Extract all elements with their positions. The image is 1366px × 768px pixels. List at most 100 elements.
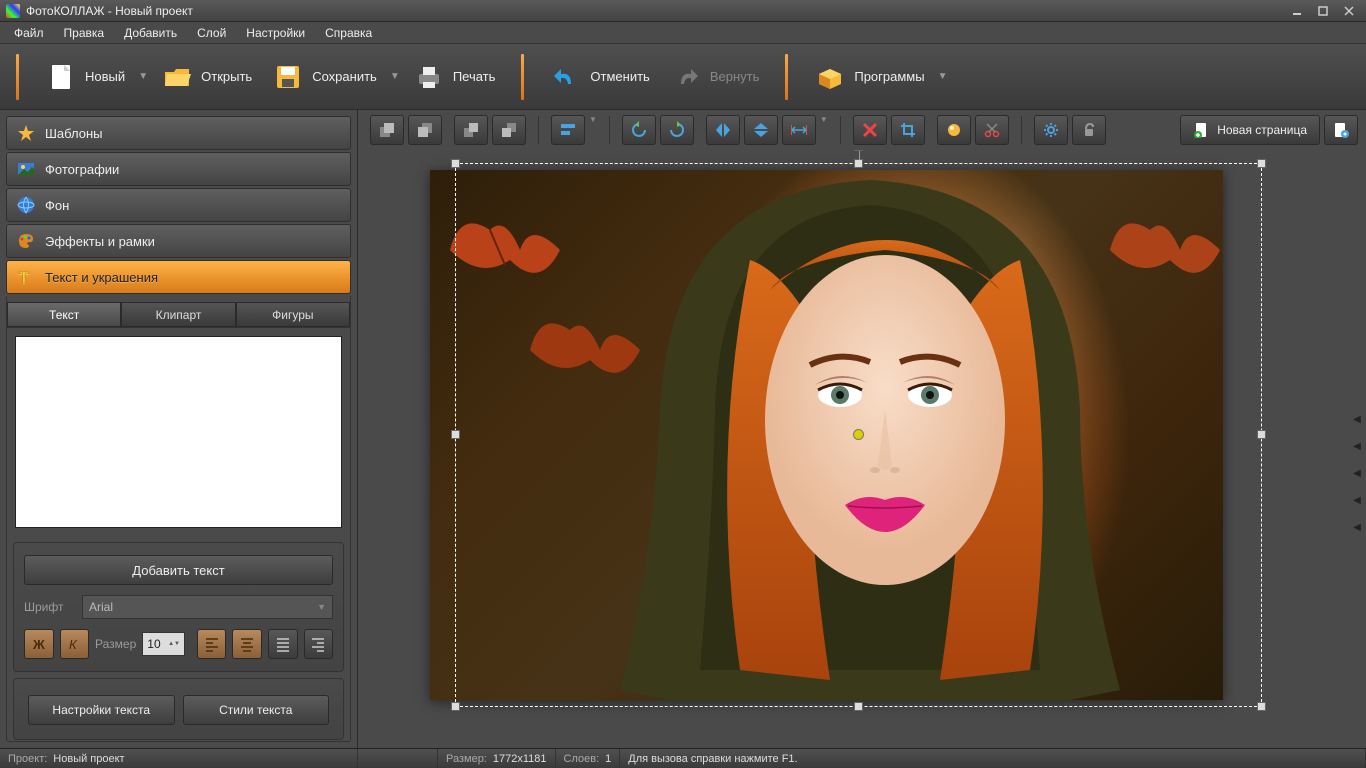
fit-dropdown[interactable]: ▼ [820, 115, 828, 145]
fit-width-button[interactable] [782, 115, 816, 145]
layer-up-button[interactable] [454, 115, 488, 145]
edge-toggle[interactable]: ◀ [1352, 468, 1362, 479]
sidebar-item-background[interactable]: Фон [6, 188, 351, 222]
programs-button[interactable]: Программы [804, 55, 934, 99]
svg-text:T: T [19, 270, 29, 286]
menu-help[interactable]: Справка [315, 24, 382, 42]
edge-toggle[interactable]: ◀ [1352, 441, 1362, 452]
svg-text:Ж: Ж [32, 637, 45, 652]
canvas-viewport[interactable]: ◀ ◀ ◀ ◀ ◀ [358, 150, 1366, 748]
toolbar-separator [16, 54, 19, 100]
subtab-shapes[interactable]: Фигуры [236, 302, 350, 327]
edge-toggle[interactable]: ◀ [1352, 414, 1362, 425]
print-label: Печать [453, 69, 496, 84]
resize-handle-nw[interactable] [451, 159, 460, 168]
app-icon [6, 4, 20, 18]
sidebar-item-photos[interactable]: Фотографии [6, 152, 351, 186]
toolbar-separator [785, 54, 788, 100]
toolbar-separator [521, 54, 524, 100]
new-dropdown[interactable]: ▼ [135, 55, 151, 99]
align-dropdown[interactable]: ▼ [589, 115, 597, 145]
align-center-button[interactable] [232, 629, 262, 659]
menu-layer[interactable]: Слой [187, 24, 236, 42]
resize-handle-sw[interactable] [451, 702, 460, 711]
printer-icon [413, 61, 445, 93]
sidebar-item-effects[interactable]: Эффекты и рамки [6, 224, 351, 258]
delete-button[interactable] [853, 115, 887, 145]
text-icon: T [17, 268, 35, 286]
text-styles-button[interactable]: Стили текста [183, 695, 330, 725]
layer-down-button[interactable] [492, 115, 526, 145]
selection-box[interactable] [455, 163, 1262, 707]
rotate-left-button[interactable] [622, 115, 656, 145]
cut-button[interactable] [975, 115, 1009, 145]
text-settings-button[interactable]: Настройки текста [28, 695, 175, 725]
align-right-button[interactable] [304, 629, 334, 659]
new-page-button[interactable]: Новая страница [1180, 115, 1320, 145]
align-justify-button[interactable] [268, 629, 298, 659]
programs-dropdown[interactable]: ▼ [935, 55, 951, 99]
page-add-icon [1193, 122, 1209, 138]
menu-file[interactable]: Файл [4, 24, 54, 42]
save-button[interactable]: Сохранить [262, 55, 387, 99]
crop-button[interactable] [891, 115, 925, 145]
subtab-clipart[interactable]: Клипарт [121, 302, 235, 327]
close-button[interactable] [1338, 3, 1360, 19]
status-bar: Проект: Новый проект Размер: 1772x1181 С… [0, 748, 1366, 768]
resize-handle-ne[interactable] [1257, 159, 1266, 168]
floppy-disk-icon [272, 61, 304, 93]
settings-button[interactable] [1034, 115, 1068, 145]
redo-button[interactable]: Вернуть [660, 55, 770, 99]
subtab-text[interactable]: Текст [7, 302, 121, 327]
edge-toggle[interactable]: ◀ [1352, 495, 1362, 506]
folder-open-icon [161, 61, 193, 93]
window-title: ФотоКОЛЛАЖ - Новый проект [26, 4, 1286, 18]
text-panel: Текст Клипарт Фигуры Добавить текст Шриф… [6, 296, 351, 742]
star-icon [17, 124, 35, 142]
redo-icon [670, 61, 702, 93]
resize-handle-w[interactable] [451, 430, 460, 439]
svg-text:К: К [69, 637, 78, 652]
menu-add[interactable]: Добавить [114, 24, 187, 42]
chevron-down-icon: ▼ [317, 602, 326, 612]
programs-label: Программы [854, 69, 924, 84]
font-size-input[interactable]: 10 ▲▼ [142, 632, 185, 656]
resize-handle-n[interactable] [854, 159, 863, 168]
resize-handle-se[interactable] [1257, 702, 1266, 711]
undo-icon [550, 61, 582, 93]
sidebar-item-templates[interactable]: Шаблоны [6, 116, 351, 150]
center-knob[interactable] [853, 429, 864, 440]
new-document-icon [45, 61, 77, 93]
print-button[interactable]: Печать [403, 55, 506, 99]
resize-handle-s[interactable] [854, 702, 863, 711]
edge-toggle[interactable]: ◀ [1352, 522, 1362, 533]
undo-button[interactable]: Отменить [540, 55, 659, 99]
effects-button[interactable] [937, 115, 971, 145]
minimize-button[interactable] [1286, 3, 1308, 19]
bring-front-button[interactable] [370, 115, 404, 145]
bold-button[interactable]: Ж [24, 629, 54, 659]
add-text-button[interactable]: Добавить текст [24, 555, 333, 585]
rotate-right-button[interactable] [660, 115, 694, 145]
flip-horizontal-button[interactable] [706, 115, 740, 145]
menu-settings[interactable]: Настройки [236, 24, 315, 42]
save-dropdown[interactable]: ▼ [387, 55, 403, 99]
font-select[interactable]: Arial ▼ [82, 595, 333, 619]
canvas-toolbar: ▼ ▼ [358, 110, 1366, 150]
lock-button[interactable] [1072, 115, 1106, 145]
align-button[interactable] [551, 115, 585, 145]
sidebar-item-text[interactable]: T Текст и украшения [6, 260, 351, 294]
new-button[interactable]: Новый [35, 55, 135, 99]
flip-vertical-button[interactable] [744, 115, 778, 145]
font-label: Шрифт [24, 600, 74, 614]
italic-button[interactable]: К [60, 629, 90, 659]
maximize-button[interactable] [1312, 3, 1334, 19]
title-bar: ФотоКОЛЛАЖ - Новый проект [0, 0, 1366, 22]
menu-edit[interactable]: Правка [54, 24, 115, 42]
open-button[interactable]: Открыть [151, 55, 262, 99]
rotate-anchor[interactable] [854, 150, 863, 151]
resize-handle-e[interactable] [1257, 430, 1266, 439]
page-settings-button[interactable] [1324, 115, 1358, 145]
align-left-button[interactable] [197, 629, 227, 659]
send-back-button[interactable] [408, 115, 442, 145]
